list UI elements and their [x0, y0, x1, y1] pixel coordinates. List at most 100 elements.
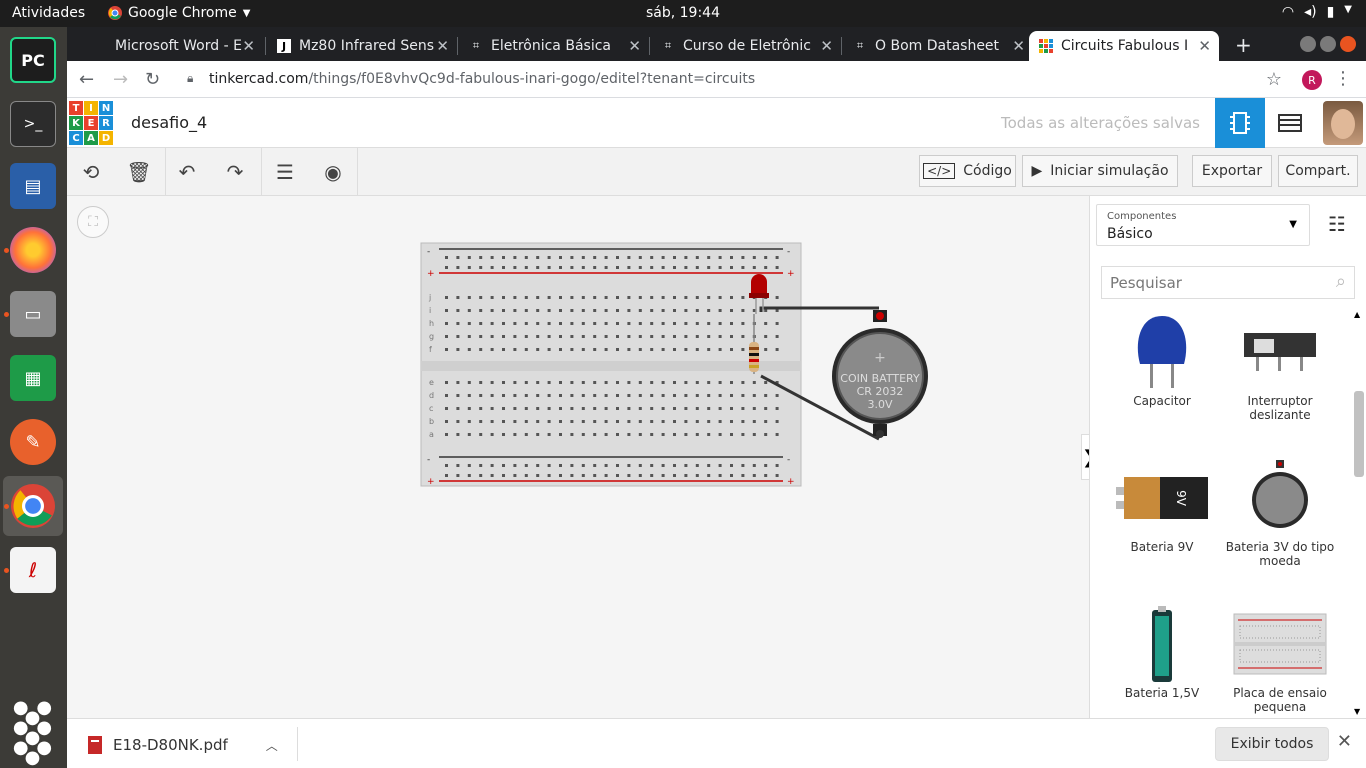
close-icon[interactable]: ✕ — [1198, 37, 1211, 55]
system-tray[interactable]: ◠ ◂) ▮ ▼ — [1282, 4, 1352, 20]
breadboard-hole — [513, 407, 517, 410]
eye-icon[interactable]: ◉ — [319, 158, 347, 186]
search-icon[interactable]: ⌕ — [1336, 271, 1346, 292]
breadboard-hole — [445, 335, 448, 338]
calc-icon[interactable]: ▦ — [10, 355, 56, 401]
close-icon[interactable]: ✕ — [628, 37, 641, 55]
trash-icon[interactable]: 🗑︎ — [125, 158, 153, 186]
tab-eletronica[interactable]: ⌗ Eletrônica Básica ✕ — [459, 31, 649, 61]
breadboard-hole — [593, 433, 597, 436]
close-icon[interactable]: ✕ — [1012, 37, 1025, 55]
component-coin-battery[interactable]: Bateria 3V do tipo moeda — [1220, 456, 1340, 568]
breadboard-hole — [616, 322, 619, 325]
minimize-button[interactable] — [1300, 36, 1316, 52]
new-tab-button[interactable]: + — [1235, 33, 1252, 57]
code-icon: </> — [923, 163, 956, 179]
breadboard-hole — [490, 433, 494, 436]
show-all-button[interactable]: Exibir todos — [1215, 727, 1329, 761]
component-aa-battery[interactable]: Bateria 1,5V — [1102, 602, 1222, 700]
export-button[interactable]: Exportar — [1192, 155, 1272, 187]
tab-datasheet[interactable]: ⌗ O Bom Datasheet ✕ — [843, 31, 1033, 61]
scroll-down-icon[interactable]: ▼ — [1354, 707, 1360, 716]
maximize-button[interactable] — [1320, 36, 1336, 52]
component-9v-battery[interactable]: 9V Bateria 9V — [1102, 456, 1222, 554]
breadboard-hole — [490, 322, 494, 325]
close-icon[interactable]: ✕ — [820, 37, 833, 55]
lock-icon[interactable]: 🔒︎ — [187, 71, 193, 86]
document-name[interactable]: desafio_4 — [131, 113, 207, 132]
component-slide-switch[interactable]: Interruptor deslizante — [1220, 310, 1340, 422]
circuit-canvas[interactable]: ⛶ - + - + - + - + j i h g f e d c b a + … — [67, 196, 1089, 718]
breadboard-hole — [730, 256, 733, 259]
undo-icon[interactable]: ↶ — [173, 158, 201, 186]
code-button[interactable]: </> Código — [919, 155, 1016, 187]
breadboard-hole — [604, 322, 608, 325]
search-input[interactable] — [1102, 267, 1312, 298]
component-list-button[interactable] — [1265, 98, 1315, 148]
breadboard-hole — [524, 296, 528, 299]
chrome-dock-icon[interactable] — [3, 476, 63, 536]
circuit-view-button[interactable] — [1215, 98, 1265, 148]
pycharm-icon[interactable]: PC — [10, 37, 56, 83]
close-icon[interactable]: ✕ — [1337, 731, 1352, 752]
rotate-icon[interactable]: ⟲ — [77, 158, 105, 186]
profile-avatar[interactable]: R — [1302, 70, 1322, 90]
start-simulation-button[interactable]: ▶ Iniciar simulação — [1022, 155, 1178, 187]
list-view-icon[interactable]: ☷ — [1328, 212, 1346, 236]
writer-icon[interactable]: ▤ — [10, 163, 56, 209]
breadboard-hole — [445, 381, 448, 384]
show-apps-icon[interactable]: ● ● ● ● ● ● ● ● ● — [10, 699, 56, 767]
redo-icon[interactable]: ↷ — [221, 158, 249, 186]
forward-icon[interactable]: → — [113, 69, 128, 90]
breadboard-hole — [479, 348, 483, 351]
breadboard-hole — [718, 474, 722, 477]
breadboard-hole — [730, 296, 733, 299]
pdf-viewer-icon[interactable]: ℓ — [10, 547, 56, 593]
chevron-up-icon[interactable]: ︿ — [266, 737, 278, 754]
panel-scrollbar[interactable]: ▲ ▼ — [1352, 310, 1366, 716]
close-icon[interactable]: ✕ — [436, 37, 449, 55]
terminal-icon[interactable]: >_ — [10, 101, 56, 147]
back-icon[interactable]: ← — [79, 69, 94, 90]
scrollbar-thumb[interactable] — [1354, 391, 1364, 477]
breadboard[interactable]: - + - + - + - + j i h g f e d c b a — [420, 242, 802, 487]
user-avatar[interactable] — [1323, 101, 1363, 145]
tab-circuits[interactable]: Circuits Fabulous I ✕ — [1029, 31, 1219, 61]
tab-word[interactable]: Microsoft Word - E ✕ — [83, 31, 263, 61]
breadboard-hole — [547, 335, 551, 338]
files-icon[interactable]: ▭ — [10, 291, 56, 337]
postman-icon[interactable]: ✎ — [10, 419, 56, 465]
star-icon[interactable]: ☆ — [1266, 69, 1282, 90]
close-window-button[interactable] — [1340, 36, 1356, 52]
scroll-up-icon[interactable]: ▲ — [1354, 310, 1360, 319]
breadboard-hole — [445, 394, 448, 397]
breadboard-hole — [764, 348, 768, 351]
coin-battery[interactable]: + COIN BATTERY CR 2032 3.0V — [832, 310, 928, 438]
rail-plus-label: + — [787, 269, 795, 279]
tinkercad-logo[interactable]: T I N K E R C A D — [69, 101, 113, 145]
download-item[interactable]: E18-D80NK.pdf ︿ — [87, 735, 278, 755]
breadboard-hole — [467, 309, 471, 312]
components-dropdown[interactable]: Componentes Básico ▼ — [1096, 204, 1310, 246]
notes-icon[interactable]: ☰ — [271, 158, 299, 186]
breadboard-hole — [695, 394, 699, 397]
more-icon[interactable]: ⋮ — [1334, 68, 1352, 89]
breadboard-hole — [559, 474, 562, 477]
component-capacitor[interactable]: Capacitor — [1102, 310, 1222, 408]
reload-icon[interactable]: ↻ — [145, 69, 160, 90]
breadboard-hole — [559, 309, 562, 312]
component-small-breadboard[interactable]: Placa de ensaio pequena — [1220, 602, 1340, 714]
share-button[interactable]: Compart. — [1278, 155, 1358, 187]
tab-mz80[interactable]: J Mz80 Infrared Sens ✕ — [267, 31, 457, 61]
breadboard-hole — [673, 394, 676, 397]
firefox-icon[interactable] — [10, 227, 56, 273]
url-field[interactable]: tinkercad.com/things/f0E8vhvQc9d-fabulou… — [209, 71, 755, 87]
breadboard-hole — [593, 394, 597, 397]
breadboard-hole — [524, 474, 528, 477]
coin-battery-icon — [1220, 456, 1340, 540]
breadboard-hole — [638, 464, 642, 467]
tab-curso[interactable]: ⌗ Curso de Eletrônic ✕ — [651, 31, 841, 61]
clock[interactable]: sáb, 19:44 — [0, 5, 1366, 21]
breadboard-hole — [456, 407, 460, 410]
close-icon[interactable]: ✕ — [242, 37, 255, 55]
